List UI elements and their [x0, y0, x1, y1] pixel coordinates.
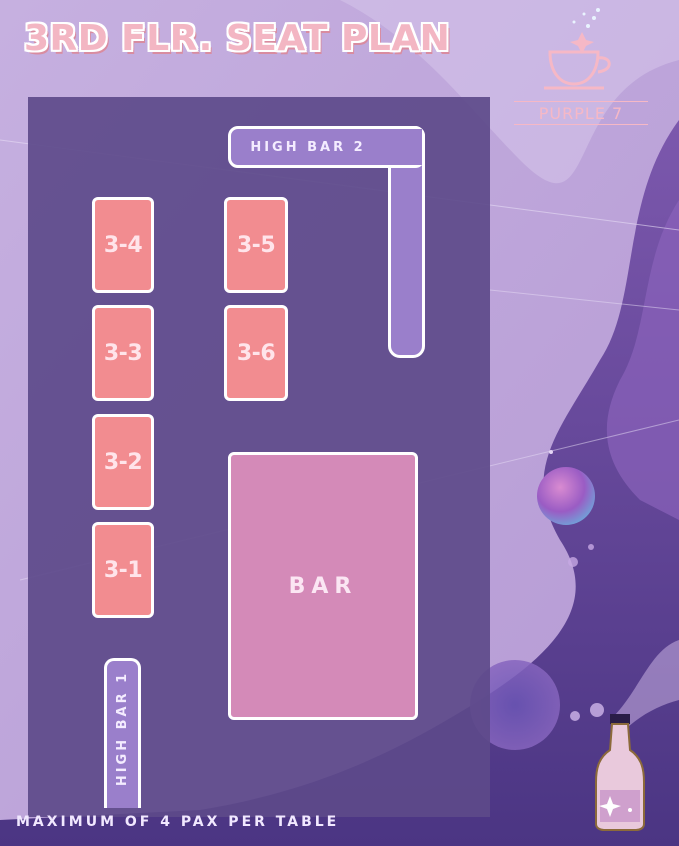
table-3-3[interactable]: 3-3 — [92, 305, 154, 401]
table-3-6[interactable]: 3-6 — [224, 305, 288, 401]
brand-badge: PURPLE 7 — [514, 99, 648, 127]
high-bar-1-label-wrap: HIGH BAR 1 — [104, 658, 141, 798]
brand-name: PURPLE 7 — [538, 103, 624, 123]
table-3-1[interactable]: 3-1 — [92, 522, 154, 618]
footer-note: MAXIMUM OF 4 PAX PER TABLE — [16, 814, 340, 830]
table-3-4[interactable]: 3-4 — [92, 197, 154, 293]
high-bar-2-joint — [389, 129, 422, 165]
cup-logo-icon — [544, 8, 611, 90]
bar-area[interactable]: BAR — [228, 452, 418, 720]
high-bar-2-label: HIGH BAR 2 — [250, 139, 366, 155]
table-3-2[interactable]: 3-2 — [92, 414, 154, 510]
soda-bottle-icon — [595, 714, 645, 831]
page-title: 3RD FLR. SEAT PLAN — [24, 18, 451, 59]
high-bar-1-label: HIGH BAR 1 — [115, 670, 131, 786]
table-3-5[interactable]: 3-5 — [224, 197, 288, 293]
